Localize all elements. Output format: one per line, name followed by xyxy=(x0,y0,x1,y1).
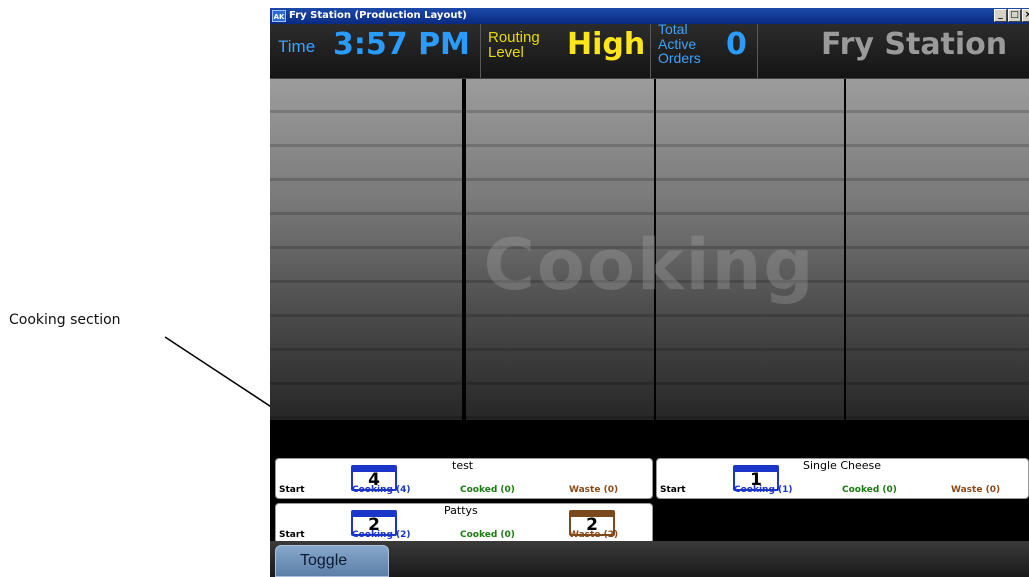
cooked-count[interactable]: Cooked (0) xyxy=(460,485,515,495)
toggle-button[interactable]: Toggle xyxy=(275,545,389,577)
item-card-single-cheese[interactable]: Single Cheese 1 Start Cooking (1) Cooked… xyxy=(656,458,1029,499)
cooking-lane[interactable] xyxy=(466,79,654,420)
station-name: Fry Station xyxy=(821,27,1008,62)
time-value: 3:57 PM xyxy=(333,27,470,62)
app-icon: AK xyxy=(272,10,286,22)
cooking-count[interactable]: Cooking (4) xyxy=(352,485,411,495)
item-card-pattys[interactable]: Pattys 2 2 Start Cooking (2) Cooked (0) … xyxy=(275,503,653,544)
time-label: Time xyxy=(278,37,316,56)
cooked-count[interactable]: Cooked (0) xyxy=(842,485,897,495)
waste-count[interactable]: Waste (2) xyxy=(569,530,618,540)
routing-level-value: High xyxy=(567,27,646,62)
cooking-count[interactable]: Cooking (2) xyxy=(352,530,411,540)
minimize-button[interactable]: _ xyxy=(994,9,1007,22)
cooking-lane[interactable] xyxy=(846,79,1029,420)
cooking-lane[interactable] xyxy=(656,79,844,420)
title-bar[interactable]: AK Fry Station (Production Layout) _ □ × xyxy=(270,8,1029,24)
start-button[interactable]: Start xyxy=(279,485,305,495)
routing-level-label: Routing Level xyxy=(488,29,540,61)
cooked-count[interactable]: Cooked (0) xyxy=(460,530,515,540)
window-controls: _ □ × xyxy=(994,9,1029,23)
item-title: Single Cheese xyxy=(803,459,881,472)
order-cards: test 4 Start Cooking (4) Cooked (0) Wast… xyxy=(270,420,1029,544)
item-card-test[interactable]: test 4 Start Cooking (4) Cooked (0) Wast… xyxy=(275,458,653,499)
waste-count[interactable]: Waste (0) xyxy=(951,485,1000,495)
item-title: test xyxy=(452,459,474,472)
cooking-count[interactable]: Cooking (1) xyxy=(734,485,793,495)
maximize-button[interactable]: □ xyxy=(1008,9,1021,22)
total-active-orders-label: Total Active Orders xyxy=(658,21,701,66)
item-title: Pattys xyxy=(444,504,478,517)
footer-bar: Toggle xyxy=(270,541,1029,577)
close-button[interactable]: × xyxy=(1022,9,1029,22)
cooking-lane[interactable] xyxy=(270,79,462,420)
waste-count[interactable]: Waste (0) xyxy=(569,485,618,495)
start-button[interactable]: Start xyxy=(660,485,686,495)
start-button[interactable]: Start xyxy=(279,530,305,540)
cooking-section: Cooking xyxy=(270,79,1029,420)
window-title: Fry Station (Production Layout) xyxy=(289,10,467,21)
total-active-orders-value: 0 xyxy=(726,27,747,62)
app-window: AK Fry Station (Production Layout) _ □ ×… xyxy=(270,8,1029,577)
status-header: Time 3:57 PM Routing Level High Total Ac… xyxy=(270,21,1029,80)
